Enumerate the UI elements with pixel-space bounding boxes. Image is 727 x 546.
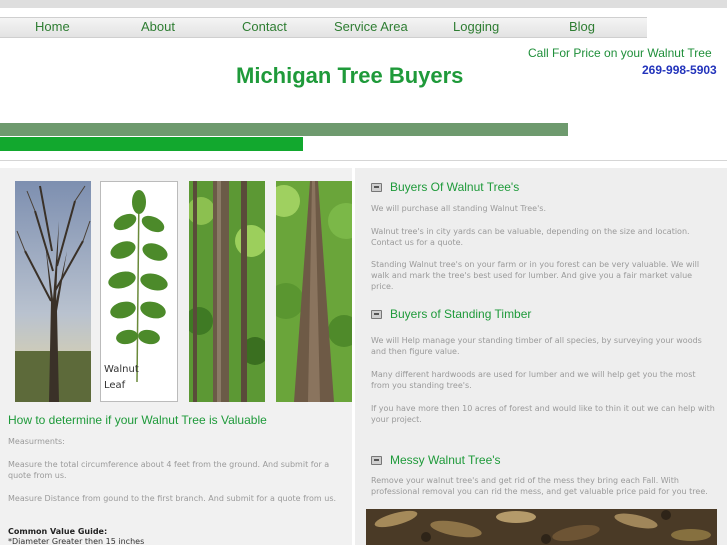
left-paragraph-1: Measurments: [8, 437, 65, 446]
messy-walnut-para-1: Remove your walnut tree's and get rid of… [371, 476, 708, 496]
left-paragraph-3: Measure Distance from gound to the first… [8, 494, 337, 503]
section-heading-standing-timber: Buyers of Standing Timber [366, 306, 666, 324]
nav-logging[interactable]: Logging [453, 19, 499, 34]
forest-trunk-photo [189, 181, 265, 402]
site-title: Michigan Tree Buyers [236, 63, 464, 88]
section-heading-messy-walnut: Messy Walnut Tree's [366, 452, 666, 470]
section-icon [371, 310, 382, 319]
section-title: Messy Walnut Tree's [390, 453, 501, 467]
section-title: Buyers of Standing Timber [390, 307, 532, 321]
value-guide-title: Common Value Guide: [8, 527, 108, 536]
walnut-buyers-para-3: Standing Walnut tree's on your farm or i… [371, 260, 700, 291]
section-title: Buyers Of Walnut Tree's [390, 180, 520, 194]
call-for-price: Call For Price on your Walnut Tree [528, 46, 712, 60]
left-paragraph-2: Measure the total circumference about 4 … [8, 460, 330, 480]
phone-number[interactable]: 269-998-5903 [642, 63, 717, 77]
left-heading: How to determine if your Walnut Tree is … [8, 413, 267, 427]
top-strip [0, 0, 727, 8]
walnuts-on-ground-photo [366, 509, 717, 545]
header-bar-dark [0, 123, 568, 136]
header-divider [0, 160, 727, 161]
nav-contact[interactable]: Contact [242, 19, 287, 34]
main-nav: Home About Contact Service Area Logging … [0, 17, 647, 38]
walnut-buyers-para-1: We will purchase all standing Walnut Tre… [371, 204, 547, 213]
leaf-caption-2: Leaf [104, 380, 126, 391]
standing-timber-para-2: Many different hardwoods are used for lu… [371, 370, 696, 390]
nav-blog[interactable]: Blog [569, 19, 595, 34]
section-icon [371, 456, 382, 465]
header-bar-bright [0, 137, 303, 151]
walnut-tree-photo [15, 181, 91, 402]
tall-tree-photo [276, 181, 352, 402]
nav-home[interactable]: Home [35, 19, 70, 34]
section-icon [371, 183, 382, 192]
section-heading-walnut-buyers: Buyers Of Walnut Tree's [366, 179, 666, 197]
standing-timber-para-1: We will Help manage your standing timber… [371, 336, 702, 356]
nav-about[interactable]: About [141, 19, 175, 34]
walnut-buyers-para-2: Walnut tree's in city yards can be valua… [371, 227, 690, 247]
standing-timber-para-3: If you have more then 10 acres of forest… [371, 404, 715, 424]
leaf-caption-1: Walnut [104, 364, 139, 375]
nav-service-area[interactable]: Service Area [334, 19, 408, 34]
